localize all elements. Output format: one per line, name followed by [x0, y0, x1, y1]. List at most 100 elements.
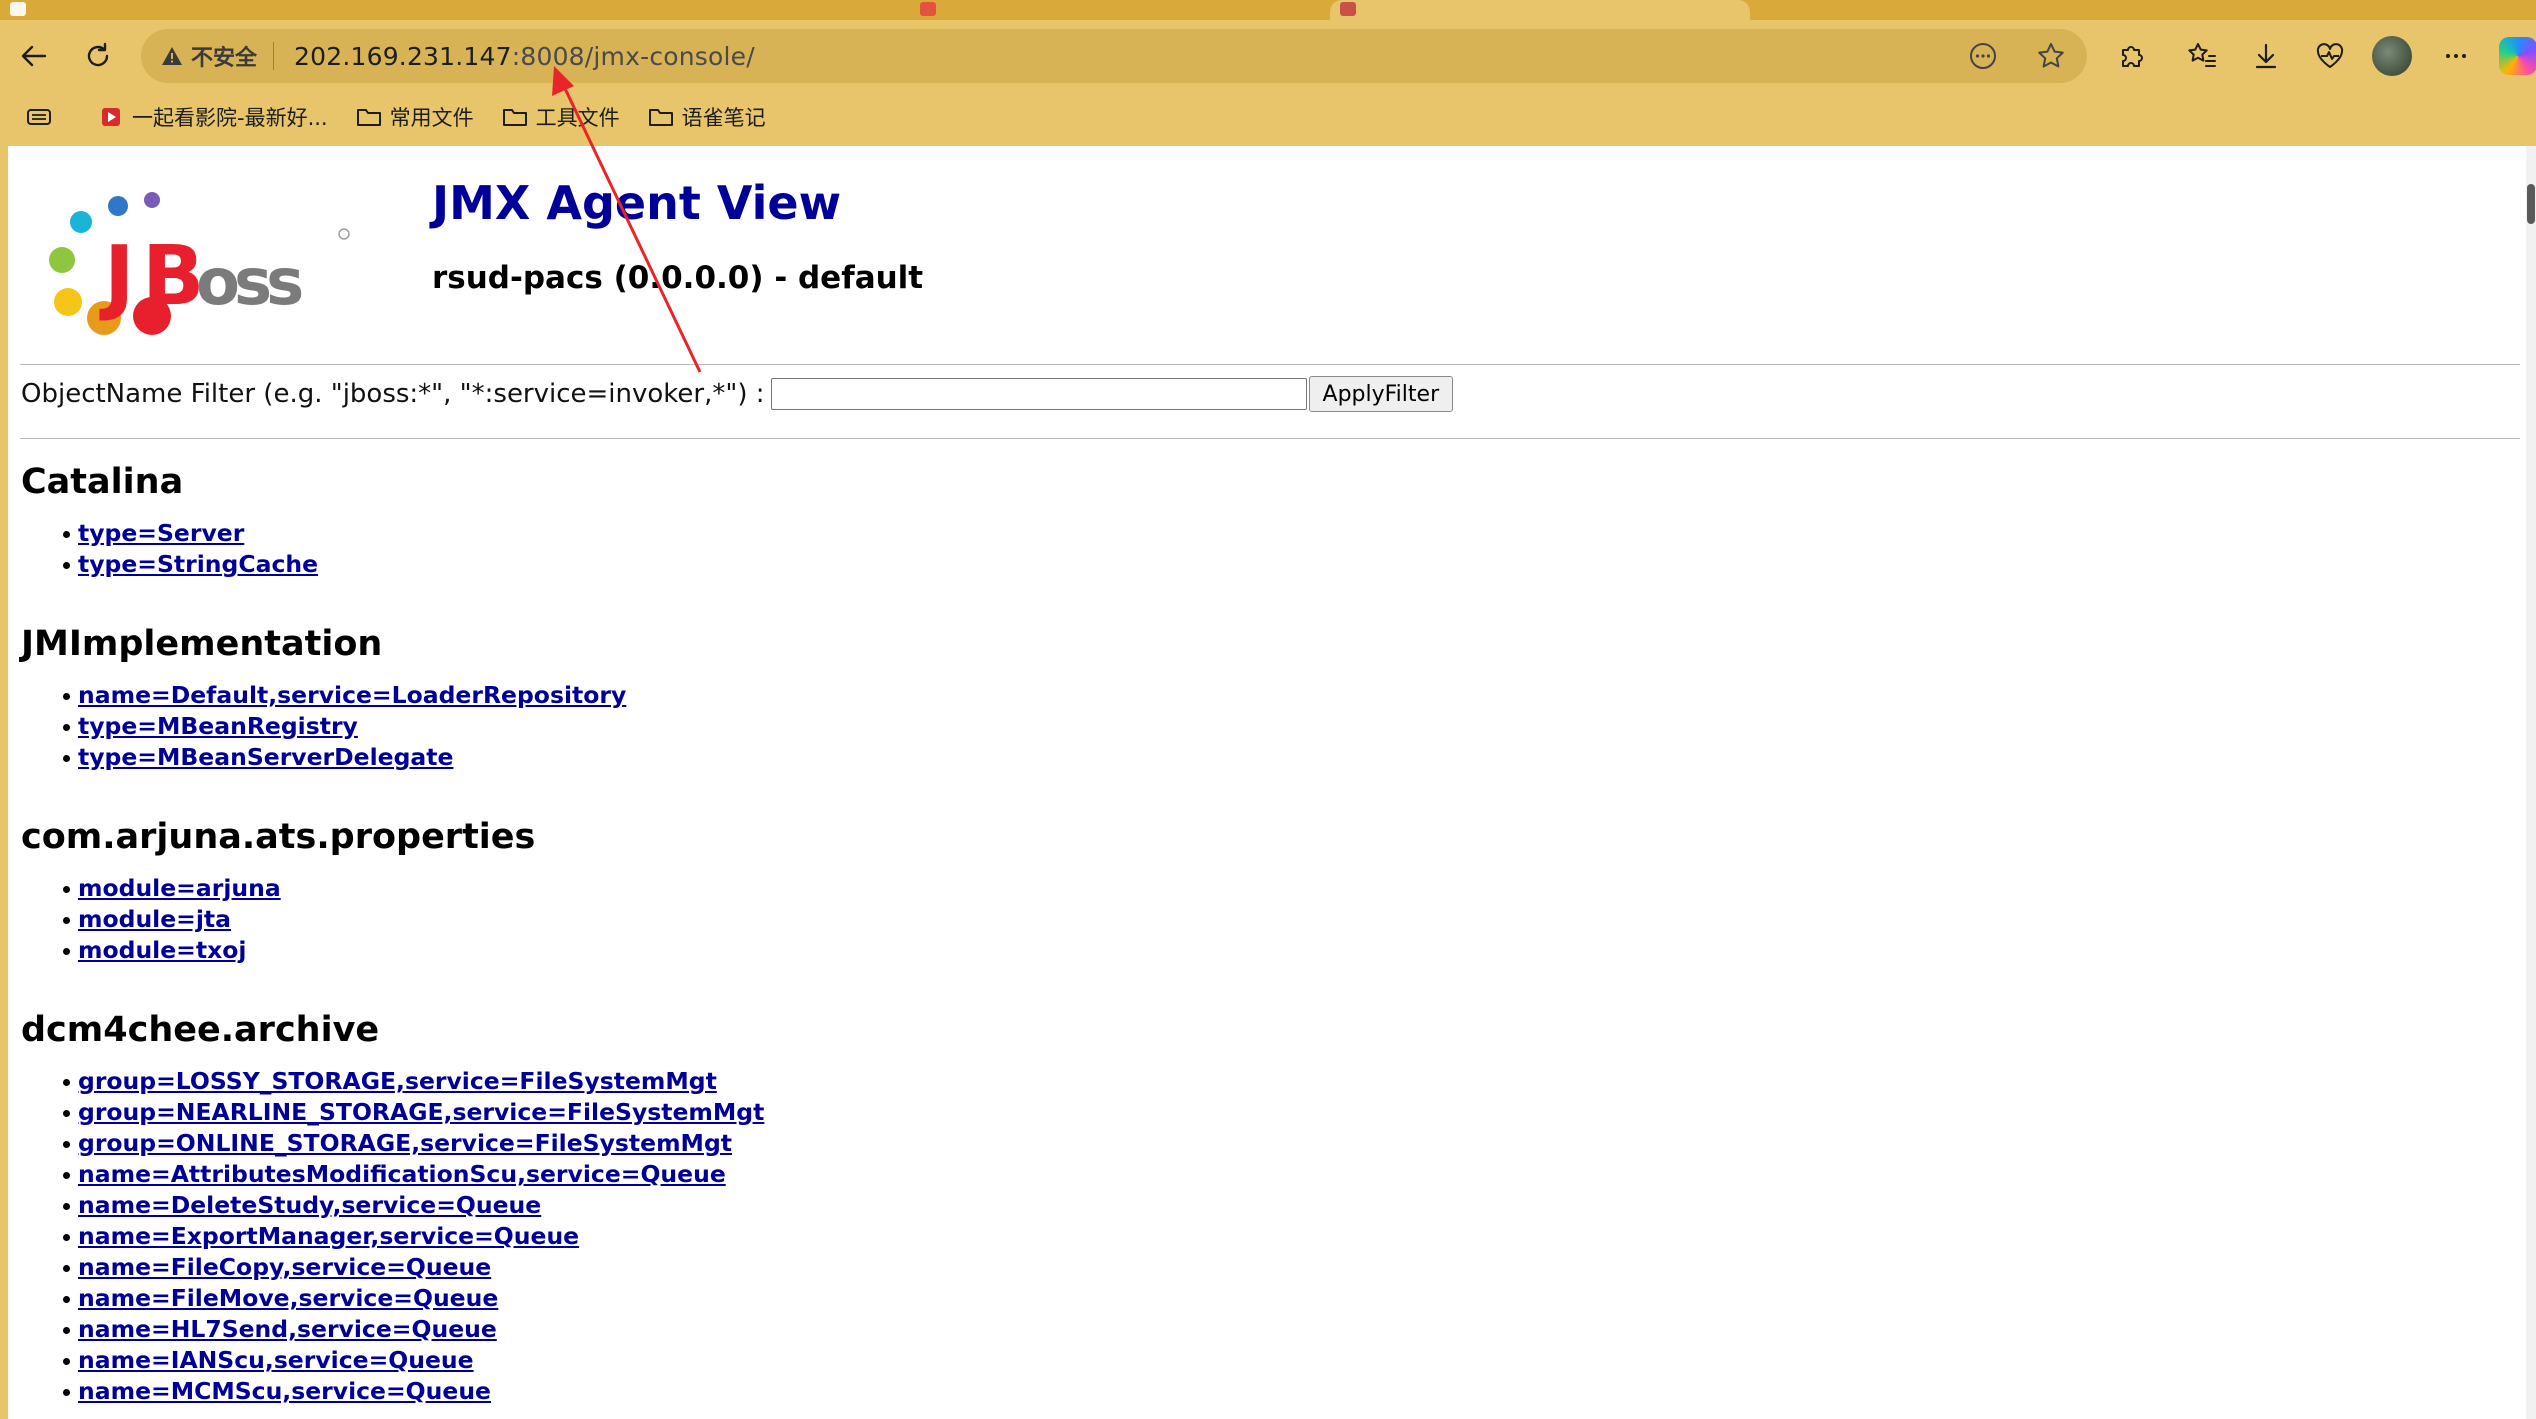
- mbean-link[interactable]: name=IANScu,service=Queue: [78, 1346, 474, 1374]
- favorite-star-button[interactable]: [2031, 36, 2071, 76]
- star-icon: [2038, 43, 2064, 68]
- mbean-link[interactable]: group=NEARLINE_STORAGE,service=FileSyste…: [78, 1098, 764, 1126]
- apply-filter-button[interactable]: ApplyFilter: [1308, 376, 1454, 412]
- list-item: group=NEARLINE_STORAGE,service=FileSyste…: [62, 1097, 764, 1128]
- folder-icon: [648, 106, 674, 128]
- domain-section-jmimplementation: JMImplementation name=Default,service=Lo…: [21, 624, 626, 773]
- address-divider: [273, 42, 275, 70]
- mbean-list: group=LOSSY_STORAGE,service=FileSystemMg…: [21, 1066, 764, 1407]
- mbean-link[interactable]: type=MBeanServerDelegate: [78, 743, 453, 771]
- heart-pulse-icon: [2316, 43, 2344, 68]
- bookmarks-collapsed-button[interactable]: [26, 106, 60, 128]
- bookmark-label: 一起看影院-最新好...: [132, 106, 328, 130]
- mbean-link[interactable]: module=arjuna: [78, 874, 281, 902]
- divider: [20, 438, 2520, 439]
- bookmark-label: 常用文件: [389, 106, 474, 130]
- list-item: group=LOSSY_STORAGE,service=FileSystemMg…: [62, 1066, 764, 1097]
- mbean-link[interactable]: type=MBeanRegistry: [78, 712, 358, 740]
- list-item: name=MCMScu,service=Queue: [62, 1376, 764, 1407]
- reload-button[interactable]: [76, 34, 120, 78]
- mbean-list: module=arjuna module=jta module=txoj: [21, 873, 535, 966]
- bookmark-folder[interactable]: 语雀笔记: [648, 102, 766, 132]
- page-title: JMX Agent View: [432, 176, 842, 230]
- objectname-filter-input[interactable]: [770, 378, 1307, 410]
- mbean-link[interactable]: name=FileMove,service=Queue: [78, 1284, 498, 1312]
- extensions-button[interactable]: [2110, 34, 2154, 78]
- list-item: name=ExportManager,service=Queue: [62, 1221, 764, 1252]
- back-button[interactable]: [12, 34, 56, 78]
- mbean-link[interactable]: module=txoj: [78, 936, 246, 964]
- url-path: :8008/jmx-console/: [511, 41, 755, 71]
- download-icon: [2255, 43, 2277, 69]
- reload-icon: [87, 42, 109, 67]
- domain-section-catalina: Catalina type=Server type=StringCache: [21, 462, 318, 580]
- jboss-logo-icon: J B oss: [49, 192, 350, 335]
- browser-essentials-button[interactable]: [2308, 34, 2352, 78]
- mbean-link[interactable]: name=DeleteStudy,service=Queue: [78, 1191, 541, 1219]
- browser-tab[interactable]: [910, 0, 1330, 20]
- folder-icon: [356, 106, 382, 128]
- svg-text:J: J: [99, 229, 131, 324]
- domain-title: com.arjuna.ats.properties: [21, 817, 536, 857]
- list-item: name=HL7Send,service=Queue: [62, 1314, 764, 1345]
- mbean-list: type=Server type=StringCache: [21, 518, 318, 580]
- mbean-link[interactable]: name=Default,service=LoaderRepository: [78, 681, 626, 709]
- list-item: type=MBeanServerDelegate: [62, 742, 626, 773]
- list-item: module=arjuna: [62, 873, 535, 904]
- copilot-icon: [2499, 37, 2536, 75]
- scrollbar-thumb[interactable]: [2527, 184, 2535, 224]
- domain-section-com-arjuna-ats-properties: com.arjuna.ats.properties module=arjuna …: [21, 817, 535, 966]
- bookmark-label: 语雀笔记: [681, 106, 766, 130]
- browser-tab[interactable]: [1760, 0, 2536, 20]
- mbean-link[interactable]: name=ExportManager,service=Queue: [78, 1222, 579, 1250]
- copilot-button[interactable]: [2496, 34, 2536, 78]
- puzzle-icon: [2122, 46, 2143, 67]
- domain-section-dcm4chee-archive: dcm4chee.archive group=LOSSY_STORAGE,ser…: [21, 1010, 764, 1407]
- jboss-logo: J B oss: [34, 166, 364, 336]
- tab-favicon-icon: [1340, 2, 1356, 16]
- mbean-link[interactable]: module=jta: [78, 905, 231, 933]
- profile-button[interactable]: [2370, 34, 2414, 78]
- list-item: type=Server: [62, 518, 318, 549]
- bookmark-folder[interactable]: 工具文件: [502, 102, 620, 132]
- back-arrow-icon: [21, 45, 47, 67]
- browser-tab-active[interactable]: [1330, 0, 1750, 20]
- mbean-link[interactable]: name=AttributesModificationScu,service=Q…: [78, 1160, 726, 1188]
- bookmarks-bar: 一起看影院-最新好... 常用文件 工具文件 语雀笔记: [0, 96, 2536, 138]
- reading-list-icon: [26, 106, 52, 128]
- svg-text:oss: oss: [196, 246, 302, 320]
- favorites-button[interactable]: [2180, 34, 2224, 78]
- more-dots-icon: [2446, 54, 2466, 58]
- divider: [20, 364, 2520, 365]
- bookmark-item[interactable]: 一起看影院-最新好...: [98, 102, 328, 132]
- list-item: type=StringCache: [62, 549, 318, 580]
- page-scrollbar[interactable]: [2526, 146, 2536, 1419]
- list-item: name=Default,service=LoaderRepository: [62, 680, 626, 711]
- read-aloud-button[interactable]: [1963, 36, 2003, 76]
- page-subtitle: rsud-pacs (0.0.0.0) - default: [432, 260, 924, 296]
- list-item: group=ONLINE_STORAGE,service=FileSystemM…: [62, 1128, 764, 1159]
- browser-tab[interactable]: [0, 0, 900, 20]
- settings-more-button[interactable]: [2434, 34, 2478, 78]
- mbean-link[interactable]: name=HL7Send,service=Queue: [78, 1315, 497, 1343]
- domain-title: Catalina: [21, 462, 184, 502]
- warning-icon: [159, 43, 185, 69]
- objectname-filter-form: ObjectName Filter (e.g. "jboss:*", "*:se…: [21, 376, 1454, 412]
- mbean-link[interactable]: name=MCMScu,service=Queue: [78, 1377, 491, 1405]
- mbean-link[interactable]: type=StringCache: [78, 550, 318, 578]
- browser-toolbar: 不安全 202.169.231.147:8008/jmx-console/: [0, 20, 2536, 96]
- bookmark-folder[interactable]: 常用文件: [356, 102, 474, 132]
- avatar: [2372, 36, 2412, 76]
- downloads-button[interactable]: [2244, 34, 2288, 78]
- security-label: 不安全: [191, 46, 258, 71]
- mbean-link[interactable]: group=LOSSY_STORAGE,service=FileSystemMg…: [78, 1067, 717, 1095]
- mbean-link[interactable]: name=FileCopy,service=Queue: [78, 1253, 491, 1281]
- mbean-link[interactable]: type=Server: [78, 519, 244, 547]
- mbean-link[interactable]: group=ONLINE_STORAGE,service=FileSystemM…: [78, 1129, 732, 1157]
- tab-favicon-icon: [10, 2, 26, 16]
- url-host: 202.169.231.147: [294, 41, 512, 71]
- url-text[interactable]: 202.169.231.147:8008/jmx-console/: [294, 42, 755, 71]
- domain-title: JMImplementation: [21, 624, 383, 664]
- address-bar[interactable]: 不安全 202.169.231.147:8008/jmx-console/: [141, 29, 2087, 83]
- site-security-chip[interactable]: 不安全: [159, 40, 257, 72]
